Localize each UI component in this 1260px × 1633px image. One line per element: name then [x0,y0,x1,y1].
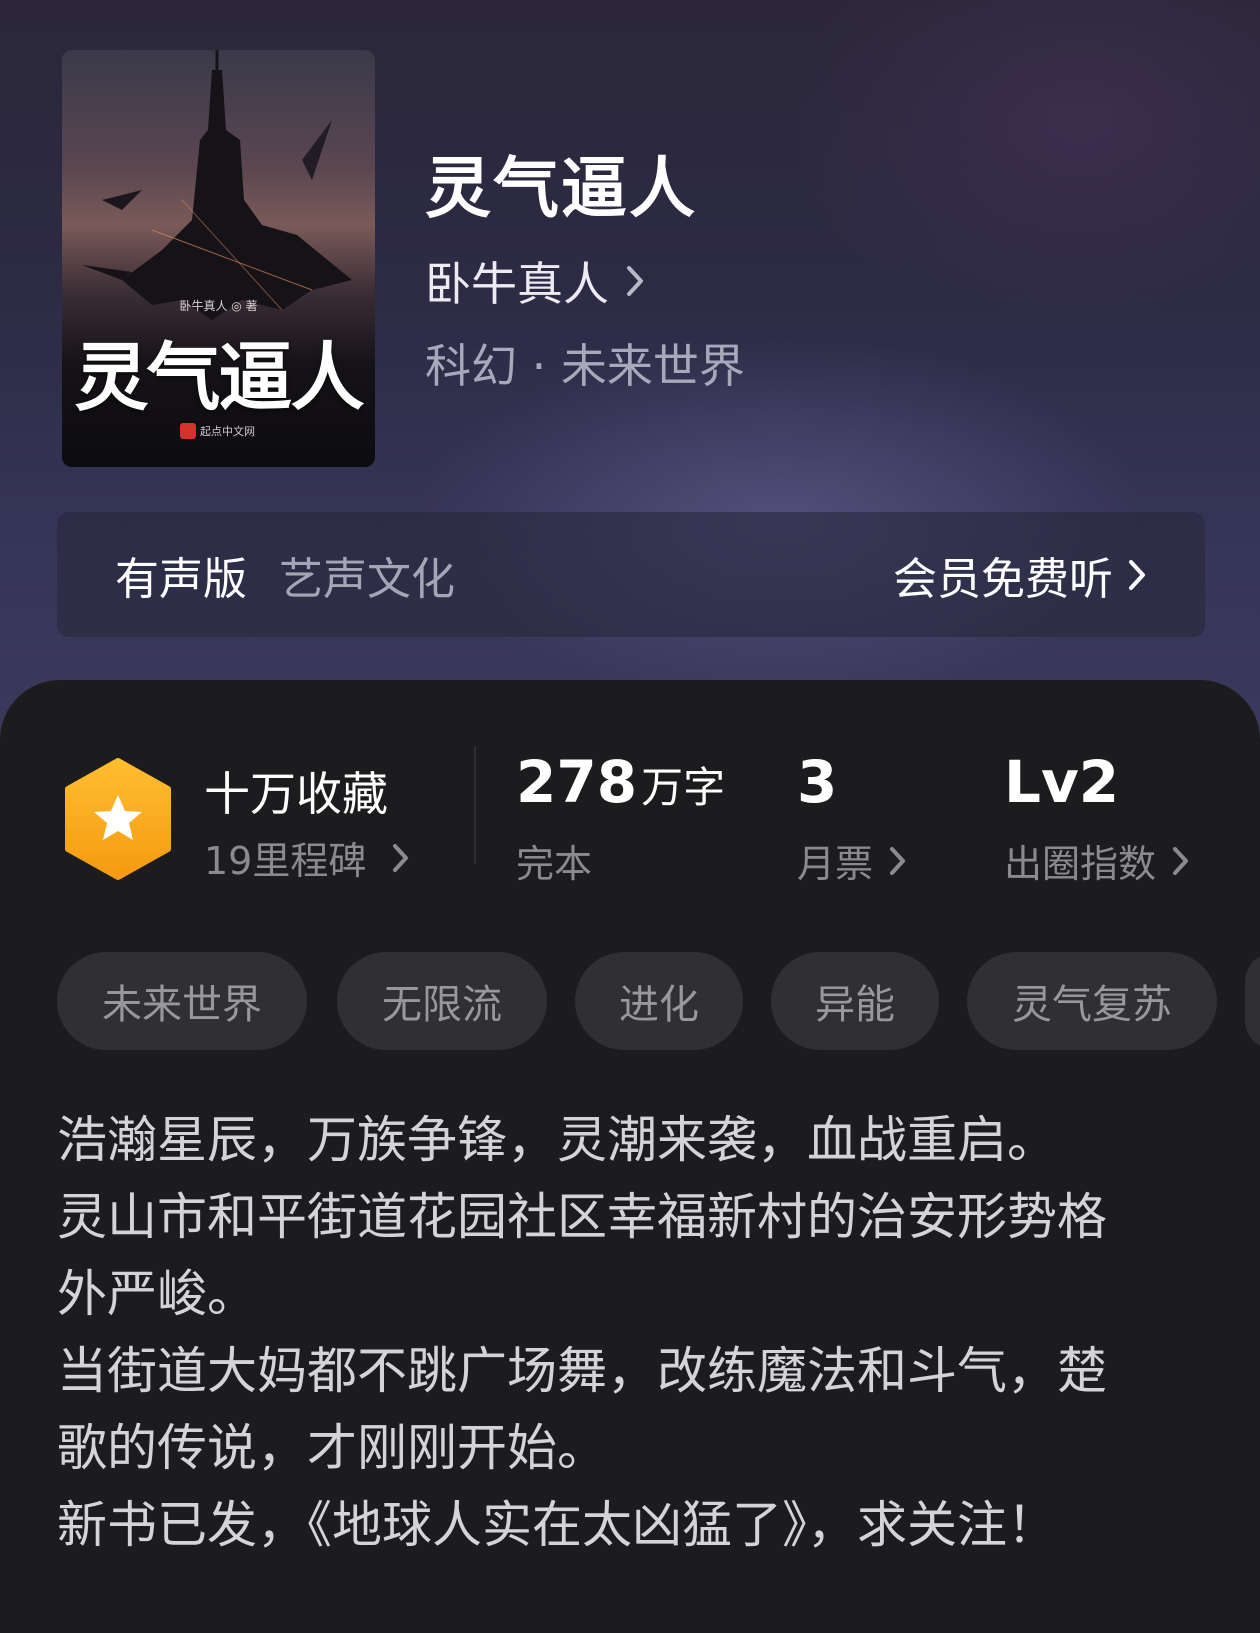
synopsis[interactable]: 浩瀚星辰，万族争锋，灵潮来袭，血战重启。 灵山市和平街道花园社区幸福新村的治安形… [57,1102,1207,1564]
synopsis-line: 当街道大妈都不跳广场舞，改练魔法和斗气，楚 [57,1342,1107,1400]
tag-chip[interactable]: 进化 [575,952,743,1050]
word-count-unit: 万字 [641,763,726,812]
synopsis-line: 新书已发，《地球人实在太凶猛了》，求关注！ [57,1496,1057,1554]
chevron-right-icon [889,846,907,876]
tag-chip[interactable]: 无限流 [337,952,547,1050]
tag-chip[interactable]: 异能 [771,952,939,1050]
popularity-index-label: 出圈指数 [1004,842,1157,886]
audio-publisher: 艺声文化 [279,553,455,605]
author-link[interactable]: 卧牛真人 [425,248,645,314]
popularity-level-value: Lv2 [1004,748,1120,816]
synopsis-line: 外严峻。 [57,1265,257,1323]
milestone-label: 19里程碑 [204,839,367,883]
book-cover[interactable]: 卧牛真人 ◎ 著 灵气逼人 起点中文网 [62,50,375,467]
word-count-value: 278 [516,748,638,816]
synopsis-line: 浩瀚星辰，万族争锋，灵潮来袭，血战重启。 [57,1111,1057,1169]
monthly-ticket-value: 3 [797,748,838,816]
publisher-logo-icon [180,423,196,439]
completion-status: 完本 [516,842,593,886]
cover-title: 灵气逼人 [74,335,365,421]
member-free-listen-label: 会员免费听 [893,553,1113,605]
stat-divider [474,746,476,864]
book-genre[interactable]: 科幻 · 未来世界 [425,330,745,396]
monthly-ticket-label: 月票 [797,842,874,886]
tag-chip[interactable]: 未来世界 [57,952,307,1050]
collection-count[interactable]: 十万收藏 [204,758,388,824]
tag-chip[interactable]: 灵气复苏 [967,952,1217,1050]
cover-publisher: 起点中文网 [180,422,255,440]
book-title: 灵气逼人 [425,149,697,227]
audio-version-bar[interactable]: 有声版 艺声文化 会员免费听 [57,512,1205,637]
book-detail-page: 卧牛真人 ◎ 著 灵气逼人 起点中文网 灵气逼人 卧牛真人 科幻 · 未来世界 … [0,0,1260,1633]
cover-publisher-label: 起点中文网 [200,425,255,438]
popularity-index-link[interactable]: 出圈指数 [1004,833,1190,888]
synopsis-line: 歌的传说，才刚刚开始。 [57,1419,607,1477]
monthly-ticket-link[interactable]: 月票 [797,833,907,888]
chevron-right-icon [625,264,645,298]
member-free-listen-button[interactable]: 会员免费听 [893,543,1147,607]
synopsis-line: 灵山市和平街道花园社区幸福新村的治安形势格 [57,1188,1107,1246]
author-name: 卧牛真人 [425,257,609,311]
chevron-right-icon [1127,558,1147,592]
word-count: 278 万字 [516,748,725,816]
collection-badge-icon[interactable] [62,757,174,885]
chevron-right-icon [392,843,410,873]
chevron-right-icon [1172,846,1190,876]
audio-label: 有声版 [115,553,247,605]
cover-author-line: 卧牛真人 ◎ 著 [179,299,258,313]
milestone-link[interactable]: 19里程碑 [204,830,410,885]
